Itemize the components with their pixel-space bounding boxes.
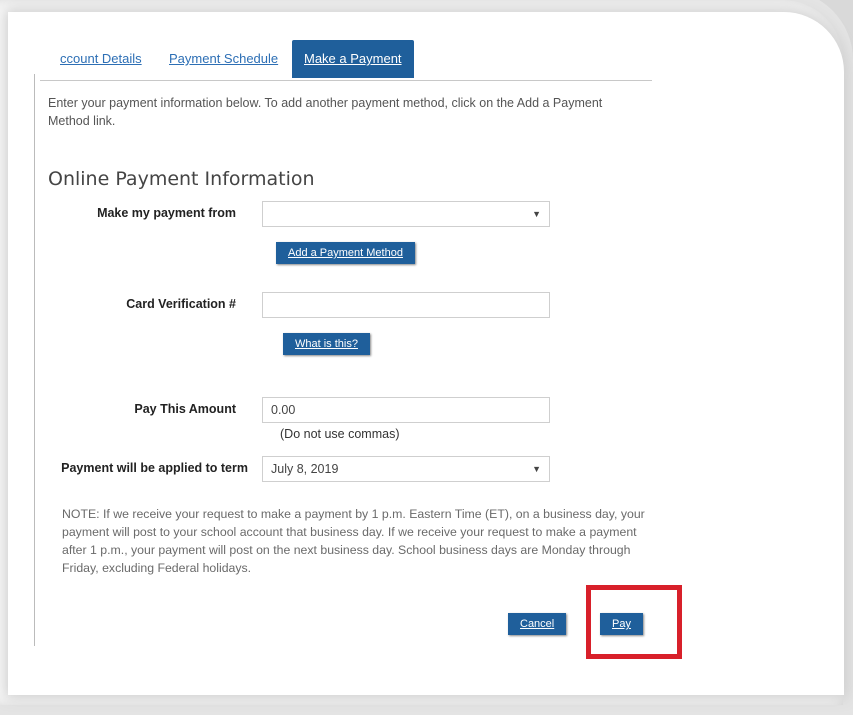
intro-text: Enter your payment information below. To…: [48, 96, 603, 128]
tab-account-details[interactable]: ccount Details: [60, 51, 142, 66]
term-value: July 8, 2019: [271, 462, 339, 476]
section-title: Online Payment Information: [48, 168, 315, 190]
amount-value: 0.00: [271, 403, 296, 417]
amount-label: Pay This Amount: [134, 402, 236, 416]
add-payment-method-button[interactable]: Add a Payment Method: [276, 242, 415, 264]
amount-input[interactable]: 0.00: [262, 397, 550, 423]
cvv-input[interactable]: [262, 292, 550, 318]
what-is-this-button[interactable]: What is this?: [283, 333, 370, 355]
term-label: Payment will be applied to term: [61, 461, 248, 475]
pay-button-highlight-box: [586, 585, 682, 659]
cancel-button[interactable]: Cancel: [508, 613, 567, 635]
tab-payment-schedule[interactable]: Payment Schedule: [169, 51, 278, 66]
content-left-border: [34, 74, 35, 646]
payment-note: NOTE: If we receive your request to make…: [62, 507, 645, 575]
payment-from-label: Make my payment from: [97, 206, 236, 220]
chevron-down-icon: ▼: [532, 209, 541, 219]
tab-bar: ccount Details Payment Schedule Make a P…: [40, 40, 652, 81]
payment-from-select[interactable]: ▼: [262, 201, 550, 227]
tab-make-a-payment[interactable]: Make a Payment: [292, 40, 414, 78]
term-select[interactable]: July 8, 2019 ▼: [262, 456, 550, 482]
chevron-down-icon: ▼: [532, 464, 541, 474]
cvv-label: Card Verification #: [126, 297, 236, 311]
amount-hint: (Do not use commas): [280, 427, 400, 441]
